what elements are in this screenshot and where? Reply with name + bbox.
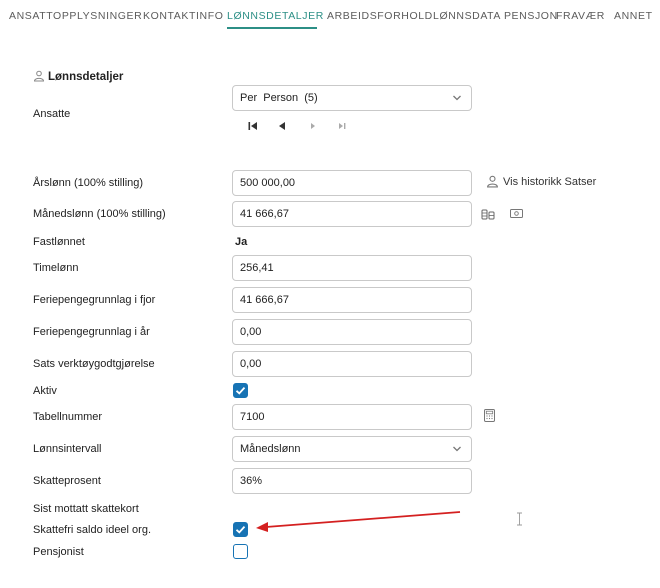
next-icon[interactable] [307, 120, 319, 132]
chevron-down-icon [453, 95, 461, 101]
pensjonist-checkbox[interactable] [233, 544, 248, 559]
previous-icon[interactable] [276, 120, 288, 132]
feriepenger-fjor-field[interactable]: 41 666,67 [232, 287, 472, 313]
manedslonn-field[interactable]: 41 666,67 [232, 201, 472, 227]
tab-arbeidsforhold[interactable]: ARBEIDSFORHOLD [327, 10, 433, 22]
first-page-icon[interactable] [247, 120, 259, 132]
lonnsintervall-label: Lønnsintervall [33, 443, 102, 455]
tabellnummer-label: Tabellnummer [33, 411, 103, 423]
checkmark-icon [235, 386, 246, 395]
timelonn-label: Timelønn [33, 262, 79, 274]
skatteprosent-field[interactable]: 36% [232, 468, 472, 494]
tab-annet[interactable]: ANNET [614, 10, 653, 22]
text-cursor-icon [517, 512, 522, 526]
arslonn-field[interactable]: 500 000,00 [232, 170, 472, 196]
tab-ansattopplysninger[interactable]: ANSATTOPPLYSNINGER [9, 10, 142, 22]
tab-kontaktinfo[interactable]: KONTAKTINFO [143, 10, 224, 22]
skattefri-checkbox[interactable] [233, 522, 248, 537]
lonnsintervall-select[interactable]: Månedslønn [232, 436, 472, 462]
last-page-icon[interactable] [336, 120, 348, 132]
person-icon [33, 70, 45, 82]
skattefri-label: Skattefri saldo ideel org. [33, 524, 152, 536]
active-tab-indicator [227, 27, 317, 29]
ansatte-selected-value: Per Person (5) [240, 92, 318, 104]
tab-fravaer[interactable]: FRAVÆR [556, 10, 605, 22]
lonnsintervall-selected-value: Månedslønn [240, 443, 301, 455]
fastlonnet-value: Ja [235, 236, 248, 248]
ansatte-label: Ansatte [33, 108, 71, 120]
feriepenger-ar-label: Feriepengegrunnlag i år [33, 326, 150, 338]
tab-lonnsdetaljer[interactable]: LØNNSDETALJER [227, 10, 324, 22]
arslonn-label: Årslønn (100% stilling) [33, 177, 144, 189]
tab-bar: ANSATTOPPLYSNINGER KONTAKTINFO LØNNSDETA… [0, 0, 660, 30]
fastlonnet-label: Fastlønnet [33, 236, 85, 248]
tabellnummer-field[interactable]: 7100 [232, 404, 472, 430]
chevron-down-icon [453, 446, 461, 452]
banknote-icon[interactable] [510, 209, 523, 218]
aktiv-checkbox[interactable] [233, 383, 248, 398]
skatteprosent-label: Skatteprosent [33, 475, 101, 487]
section-title-text: Lønnsdetaljer [48, 71, 124, 83]
sats-verktoy-label: Sats verktøygodtgjørelse [33, 358, 155, 370]
person-icon [487, 175, 498, 188]
feriepenger-ar-field[interactable]: 0,00 [232, 319, 472, 345]
section-title: Lønnsdetaljer [33, 70, 123, 83]
feriepenger-fjor-label: Feriepengegrunnlag i fjor [33, 294, 156, 306]
checkmark-icon [235, 525, 246, 534]
history-link[interactable]: Vis historikk Satser [486, 175, 596, 188]
coins-icon[interactable] [481, 208, 495, 220]
sats-verktoy-field[interactable]: 0,00 [232, 351, 472, 377]
tab-lonnsdata-pensjon[interactable]: LØNNSDATA PENSJON [433, 10, 558, 22]
ansatte-select[interactable]: Per Person (5) [232, 85, 472, 111]
sist-mottatt-label: Sist mottatt skattekort [33, 503, 139, 515]
pensjonist-label: Pensjonist [33, 546, 84, 558]
calculator-icon[interactable] [484, 409, 495, 422]
aktiv-label: Aktiv [33, 385, 57, 397]
history-link-text: Vis historikk Satser [503, 176, 597, 188]
manedslonn-label: Månedslønn (100% stilling) [33, 208, 166, 220]
timelonn-field[interactable]: 256,41 [232, 255, 472, 281]
